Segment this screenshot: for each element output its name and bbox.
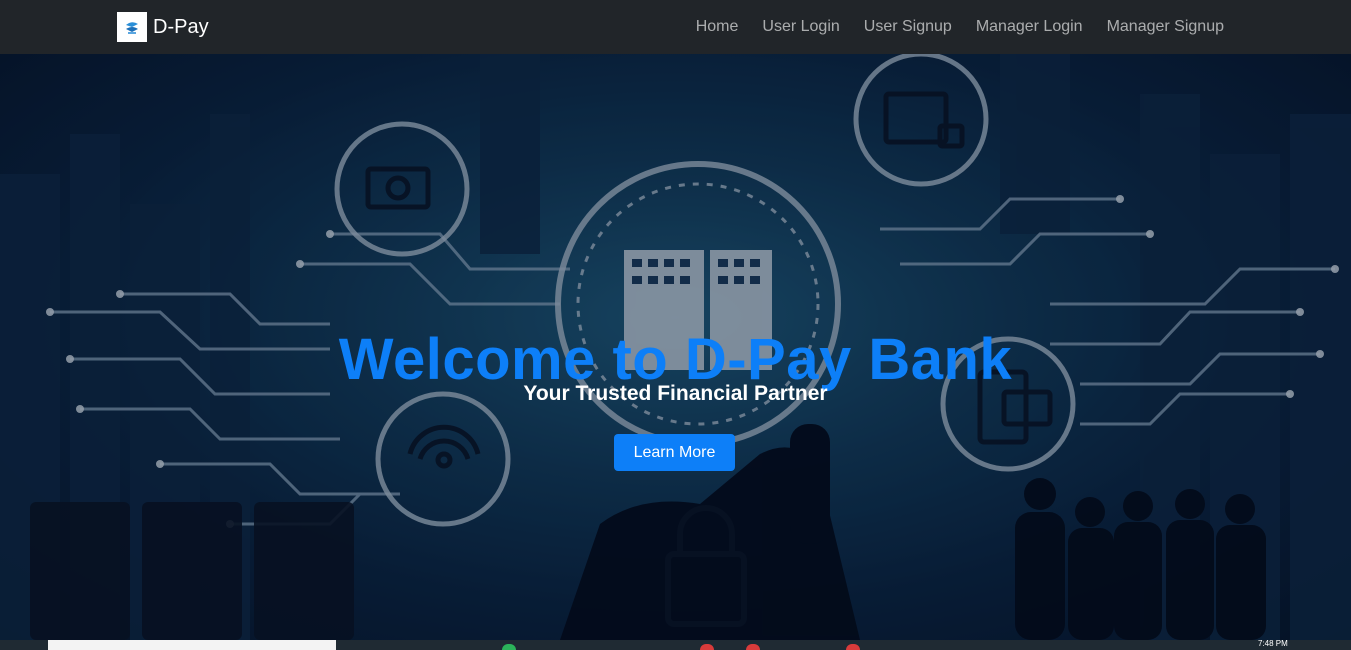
top-navbar: D-Pay Home User Login User Signup Manage…	[0, 0, 1351, 54]
nav-manager-login-link[interactable]: Manager Login	[976, 18, 1083, 36]
brand-link[interactable]: D-Pay	[117, 12, 209, 42]
nav-home-link[interactable]: Home	[696, 18, 739, 36]
taskbar-app-icon[interactable]	[846, 644, 860, 650]
nav-links: Home User Login User Signup Manager Logi…	[672, 0, 1224, 54]
hero-subtitle: Your Trusted Financial Partner	[523, 382, 828, 405]
taskbar-app-icon[interactable]	[746, 644, 760, 650]
brand-name: D-Pay	[153, 15, 209, 38]
taskbar-search-box[interactable]	[48, 640, 336, 650]
nav-manager-signup-link[interactable]: Manager Signup	[1107, 18, 1224, 36]
taskbar-app-icon[interactable]	[502, 644, 516, 650]
nav-user-signup-link[interactable]: User Signup	[864, 18, 952, 36]
learn-more-button[interactable]: Learn More	[614, 434, 735, 471]
hero-section: Welcome to D-Pay Bank Your Trusted Finan…	[0, 54, 1351, 640]
dpay-logo-icon	[117, 12, 147, 42]
os-taskbar: 7:48 PM	[0, 640, 1351, 650]
taskbar-app-icon[interactable]	[700, 644, 714, 650]
nav-user-login-link[interactable]: User Login	[762, 18, 839, 36]
taskbar-clock: 7:48 PM	[1258, 639, 1288, 648]
